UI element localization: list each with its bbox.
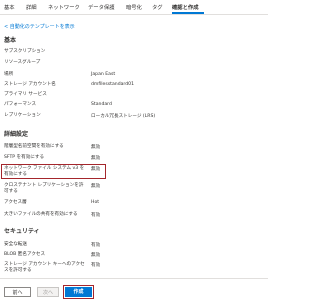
hierarchical-namespace-value: 無効 bbox=[91, 145, 101, 150]
large-file-shares-label: 大きいファイルの共有を有効にする bbox=[4, 212, 78, 217]
tab-basic[interactable]: 基本 bbox=[4, 3, 15, 11]
large-file-shares-value: 有効 bbox=[91, 213, 101, 218]
cross-tenant-replication-label: クロステナント レプリケーションを許可する bbox=[4, 183, 84, 194]
footer-divider bbox=[0, 278, 268, 279]
access-tier-value: Hot bbox=[91, 200, 100, 205]
tab-review-create[interactable]: 確認と作成 bbox=[172, 3, 199, 11]
storage-account-name-label: ストレージ アカウント名 bbox=[4, 82, 56, 87]
next-button[interactable]: 次へ bbox=[37, 287, 59, 297]
secure-transfer-value: 有効 bbox=[91, 243, 101, 248]
section-basic-heading: 基本 bbox=[4, 37, 17, 44]
tab-advanced[interactable]: 詳細 bbox=[26, 3, 37, 11]
performance-label: パフォーマンス bbox=[4, 102, 37, 107]
previous-button[interactable]: 前へ bbox=[4, 287, 31, 297]
performance-value: Standard bbox=[91, 102, 112, 107]
tab-tags[interactable]: タグ bbox=[152, 3, 163, 11]
section-security-heading: セキュリティ bbox=[4, 228, 40, 235]
hierarchical-namespace-label: 階層型名前空間を有効にする bbox=[4, 144, 64, 149]
access-tier-label: アクセス層 bbox=[4, 200, 27, 205]
storage-key-access-value: 有効 bbox=[91, 263, 101, 268]
nfs-v3-label: ネットワーク ファイル システム v3 を有効にする bbox=[4, 166, 85, 177]
tab-data-protection[interactable]: データ保護 bbox=[88, 3, 115, 11]
view-automation-template-link[interactable]: < 自動化のテンプレートを表示 bbox=[4, 23, 75, 30]
location-label: 場所 bbox=[4, 72, 14, 77]
replication-value: ローカル冗長ストレージ (LRS) bbox=[91, 114, 156, 119]
tab-bar: 基本 詳細 ネットワーク データ保護 暗号化 タグ 確認と作成 bbox=[0, 0, 268, 15]
section-advanced-heading: 詳細設定 bbox=[4, 131, 29, 138]
cross-tenant-replication-value: 無効 bbox=[91, 184, 101, 189]
blob-anonymous-access-label: BLOB 匿名アクセス bbox=[4, 252, 46, 257]
sftp-value: 無効 bbox=[91, 156, 101, 161]
replication-label: レプリケーション bbox=[4, 113, 41, 118]
nfs-v3-value: 無効 bbox=[91, 167, 101, 172]
secure-transfer-label: 安全な転送 bbox=[4, 242, 27, 247]
create-button[interactable]: 作成 bbox=[63, 285, 94, 299]
storage-key-access-label: ストレージ アカウント キーへのアクセスを許可する bbox=[4, 262, 85, 273]
tab-encryption[interactable]: 暗号化 bbox=[126, 3, 142, 11]
resource-group-label: リソースグループ bbox=[4, 60, 41, 65]
primary-service-label: プライマリ サービス bbox=[4, 92, 47, 97]
subscription-label: サブスクリプション bbox=[4, 49, 46, 54]
storage-account-name-value: dmfilesstandard01 bbox=[91, 82, 135, 87]
tab-networking[interactable]: ネットワーク bbox=[48, 3, 80, 11]
location-value: Japan East bbox=[91, 72, 116, 77]
blob-anonymous-access-value: 無効 bbox=[91, 253, 101, 258]
active-tab-indicator bbox=[172, 12, 204, 14]
sftp-label: SFTP を有効にする bbox=[4, 155, 45, 160]
